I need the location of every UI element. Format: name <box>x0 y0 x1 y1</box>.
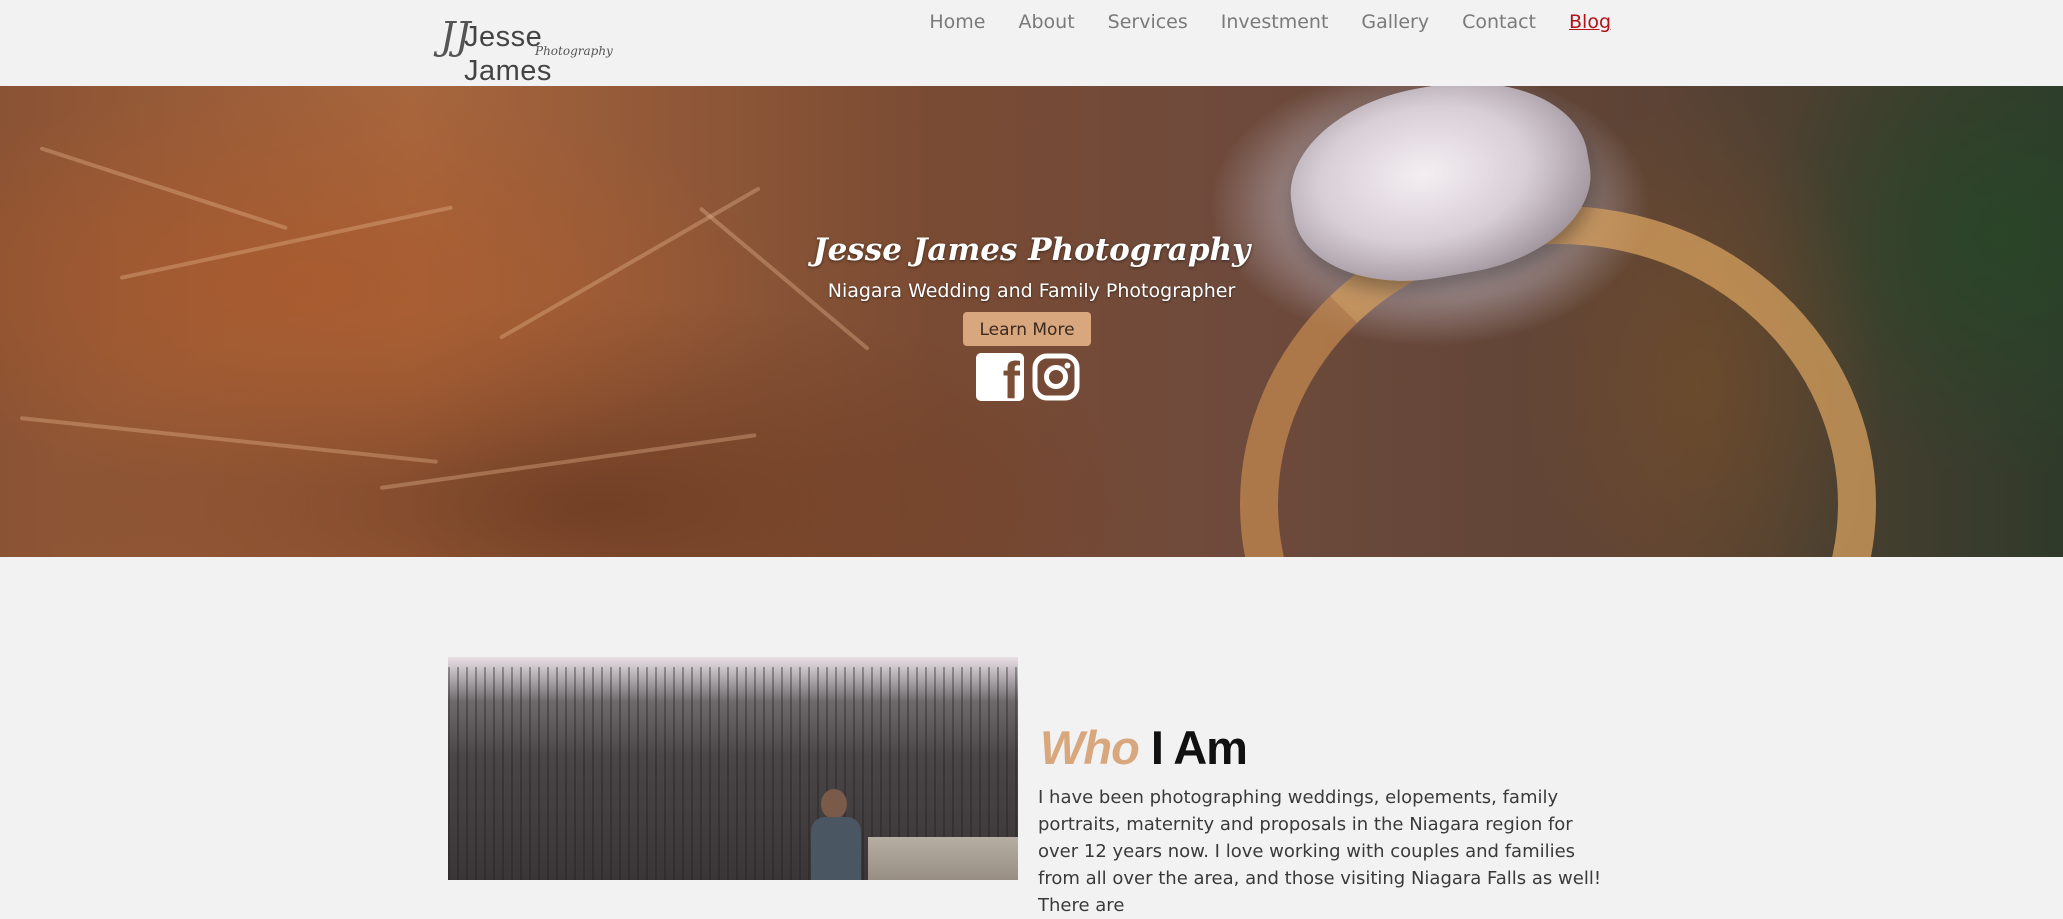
about-photo <box>448 657 1018 880</box>
learn-more-button[interactable]: Learn More <box>963 312 1091 346</box>
facebook-icon[interactable]: f <box>976 353 1024 401</box>
hero-title: Jesse James Photography <box>812 232 1251 268</box>
hero-subtitle: Niagara Wedding and Family Photographer <box>827 280 1236 302</box>
facebook-glyph: f <box>1002 353 1020 401</box>
main-nav: Home About Services Investment Gallery C… <box>896 9 1611 35</box>
hero-banner: Jesse James Photography Niagara Wedding … <box>0 86 2063 557</box>
photo-person-head <box>821 789 847 819</box>
nav-about[interactable]: About <box>1018 9 1074 35</box>
nav-investment[interactable]: Investment <box>1221 9 1329 35</box>
instagram-icon[interactable] <box>1032 353 1080 401</box>
nav-contact[interactable]: Contact <box>1462 9 1536 35</box>
photo-stone-wall <box>868 837 1018 880</box>
site-header: JJ Jesse James Photography Home About Se… <box>0 0 2063 87</box>
nav-gallery[interactable]: Gallery <box>1361 9 1429 35</box>
about-heading-rest: I Am <box>1138 721 1248 774</box>
hero-content: Jesse James Photography Niagara Wedding … <box>0 86 2063 557</box>
social-links: f <box>976 353 1080 401</box>
about-heading: Who I Am <box>1040 718 1248 778</box>
site-logo[interactable]: JJ Jesse James Photography <box>440 16 613 87</box>
nav-services[interactable]: Services <box>1108 9 1188 35</box>
nav-blog[interactable]: Blog <box>1569 9 1611 35</box>
logo-tagline: Photography <box>535 44 613 58</box>
about-body: I have been photographing weddings, elop… <box>1038 787 1602 916</box>
about-heading-accent: Who <box>1040 721 1140 774</box>
nav-home[interactable]: Home <box>929 9 985 35</box>
photo-person-body <box>811 817 861 880</box>
